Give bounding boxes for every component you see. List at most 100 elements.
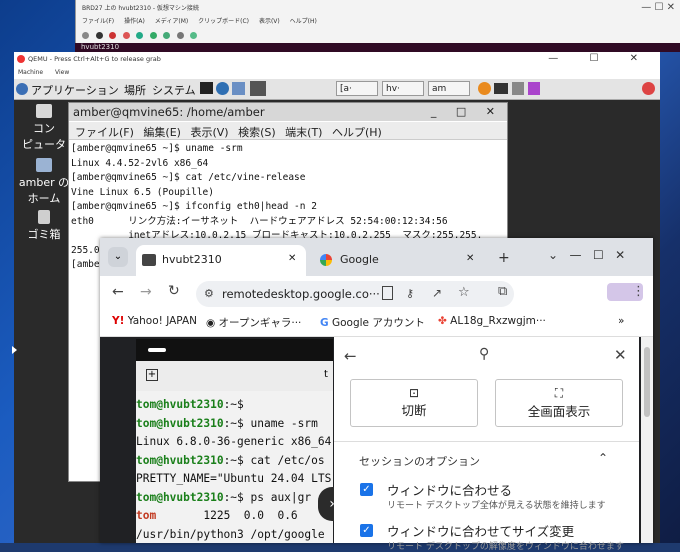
window-controls[interactable]: ⌄ — ☐ ✕ — [548, 248, 625, 262]
new-tab-button[interactable]: + — [498, 250, 510, 266]
side-panel-scrollbar[interactable] — [641, 337, 653, 543]
bookmark-star-icon[interactable]: ☆ — [458, 285, 470, 300]
terminal-window-controls[interactable]: _ □ ✕ — [431, 105, 503, 118]
yahoo-icon: Y! — [112, 315, 125, 327]
terminal-menu-file[interactable]: ファイル(F) — [75, 126, 134, 139]
reload-icon[interactable]: ↻ — [168, 283, 180, 299]
task-chrome[interactable]: hv· — [382, 81, 424, 96]
volume-icon[interactable] — [512, 82, 524, 95]
terminal-menu-terminal[interactable]: 端末(T) — [285, 126, 322, 139]
gnome-top-panel: アプリケーション 場所 システム [a· hv· am — [14, 79, 660, 100]
tab-close-icon[interactable]: ✕ — [288, 253, 296, 264]
vm-menu-bar: ファイル(F) 操作(A) メディア(M) クリップボード(C) 表示(V) ヘ… — [82, 16, 325, 25]
url-text[interactable]: remotedesktop.google.co··· — [222, 287, 380, 301]
disconnect-button[interactable]: ⊡ 切断 — [350, 379, 478, 427]
desktop-icon-label: コン ピュータ — [22, 122, 66, 151]
qemu-window-controls[interactable]: — ☐ ✕ — [548, 53, 652, 64]
terminal-menu-view[interactable]: 表示(V) — [190, 126, 228, 139]
terminal-menu-bar: ファイル(F) 編集(E) 表示(V) 検索(S) 端末(T) ヘルプ(H) — [69, 122, 507, 140]
task-terminal-2[interactable]: am — [428, 81, 470, 96]
remote-desktop-tab-icon — [142, 254, 156, 266]
terminal-launcher-icon[interactable] — [200, 82, 213, 94]
chrome-tray-icon[interactable] — [642, 82, 655, 95]
tab-label: hvubt2310 — [162, 253, 222, 266]
vm-menu-action[interactable]: 操作(A) — [124, 18, 145, 25]
vm-menu-help[interactable]: ヘルプ(H) — [290, 18, 317, 25]
vm-window-controls[interactable]: — ☐ ✕ — [641, 2, 675, 13]
qemu-menu-machine[interactable]: Machine — [18, 69, 43, 76]
resize-window-checkbox[interactable]: ✓ — [360, 524, 373, 537]
address-bar[interactable]: ⚙ remotedesktop.google.co··· ⚷ ↗ ☆ — [196, 281, 514, 307]
vm-window-title: BRD27 上の hvubt2310 - 仮想マシン接続 — [82, 5, 199, 12]
tab-google[interactable]: Google ✕ — [314, 245, 484, 276]
start-icon[interactable] — [95, 32, 103, 39]
vm-menu-media[interactable]: メディア(M) — [155, 18, 188, 25]
reset-icon[interactable] — [149, 32, 157, 39]
terminal-menu-help[interactable]: ヘルプ(H) — [332, 126, 382, 139]
shutdown-icon[interactable] — [122, 32, 130, 39]
remote-terminal-output[interactable]: tom@hvubt2310:~$ tom@hvubt2310:~$ uname … — [136, 396, 331, 544]
mail-launcher-icon[interactable] — [232, 82, 245, 95]
desktop-icon-label: ゴミ箱 — [27, 228, 61, 241]
pin-icon[interactable]: ⚲ — [479, 346, 489, 362]
update-notifier-icon[interactable] — [478, 82, 491, 95]
qemu-menu-view[interactable]: View — [55, 69, 69, 76]
session-side-panel: ← ⚲ ✕ ⊡ 切断 ⛶ 全画面表示 セッションのオプション ⌃ ✓ ウィンドウ… — [334, 337, 639, 552]
vm-menu-view[interactable]: 表示(V) — [259, 18, 280, 25]
bookmark-google-account[interactable]: G Google アカウント — [320, 315, 425, 330]
task-terminal-1[interactable]: [a· — [336, 81, 378, 96]
revert-icon[interactable] — [176, 32, 184, 39]
extensions-icon[interactable]: ⧉ — [498, 284, 507, 299]
bookmark-al18g[interactable]: ✤ AL18g_Rxzwgjm··· — [438, 315, 546, 327]
checkpoint-icon[interactable] — [163, 32, 170, 39]
system-menu[interactable]: システム — [152, 82, 196, 98]
photos-icon: ✤ — [438, 315, 447, 327]
qemu-menu-bar: Machine View — [14, 68, 660, 79]
tab-search-button[interactable]: ⌄ — [108, 247, 128, 267]
screenshot-launcher-icon[interactable] — [250, 81, 266, 96]
desktop-icon-computer[interactable]: コン ピュータ — [18, 104, 70, 152]
browser-launcher-icon[interactable] — [216, 82, 229, 95]
chrome-tab-strip: ⌄ hvubt2310 ✕ Google ✕ + ⌄ — ☐ ✕ — [100, 238, 653, 276]
chrome-menu-icon[interactable]: ⋮ — [632, 284, 645, 299]
remote-top-bar — [136, 339, 333, 361]
keyboard-icon[interactable] — [494, 83, 508, 94]
fit-window-label[interactable]: ウィンドウに合わせる — [387, 480, 512, 499]
key-icon[interactable]: ⚷ — [406, 287, 414, 300]
collapse-chevron-icon[interactable]: ⌃ — [598, 451, 608, 465]
tab-hvubt2310[interactable]: hvubt2310 ✕ — [136, 245, 306, 276]
back-icon[interactable]: ← — [112, 284, 124, 300]
terminal-title: amber@qmvine65: /home/amber — [73, 105, 265, 119]
turn-off-icon[interactable] — [109, 32, 116, 39]
tab-close-icon[interactable]: ✕ — [466, 253, 474, 264]
network-icon[interactable] — [528, 82, 540, 95]
terminal-menu-search[interactable]: 検索(S) — [238, 126, 276, 139]
fit-window-checkbox[interactable]: ✓ — [360, 483, 373, 496]
desktop-icon-home[interactable]: amber の ホーム — [18, 158, 70, 206]
enhanced-session-icon[interactable] — [190, 32, 197, 39]
resize-window-label[interactable]: ウィンドウに合わせてサイズ変更 — [387, 521, 574, 540]
applications-menu[interactable]: アプリケーション — [31, 82, 119, 98]
fullscreen-button[interactable]: ⛶ 全画面表示 — [495, 379, 623, 427]
clipboard-icon[interactable] — [382, 286, 393, 300]
forward-icon[interactable]: → — [140, 284, 152, 300]
vm-menu-clipboard[interactable]: クリップボード(C) — [198, 18, 249, 25]
terminal-menu-edit[interactable]: 編集(E) — [143, 126, 181, 139]
vm-menu-file[interactable]: ファイル(F) — [82, 18, 114, 25]
new-tab-icon[interactable]: + — [146, 369, 158, 381]
ctrl-alt-del-icon[interactable] — [82, 32, 89, 39]
remote-screen[interactable]: + t tom@hvubt2310:~$ tom@hvubt2310:~$ un… — [136, 339, 333, 543]
bookmark-yahoo[interactable]: Y! Yahoo! JAPAN — [112, 315, 197, 327]
open-external-icon[interactable]: ↗ — [432, 286, 442, 300]
back-arrow-icon[interactable]: ← — [344, 347, 357, 365]
places-menu[interactable]: 場所 — [124, 82, 146, 98]
bookmarks-overflow[interactable]: » — [618, 315, 624, 327]
site-info-icon[interactable]: ⚙ — [204, 287, 214, 300]
pause-icon[interactable] — [136, 32, 143, 39]
bookmark-open-gallery[interactable]: ◉ オープンギャラ··· — [206, 315, 301, 330]
close-panel-icon[interactable]: ✕ — [614, 346, 627, 364]
scrollbar-thumb[interactable] — [644, 347, 650, 417]
activities-indicator[interactable] — [148, 348, 166, 352]
desktop-icon-trash[interactable]: ゴミ箱 — [18, 210, 70, 242]
guest-hostname: hvubt2310 — [81, 43, 120, 51]
